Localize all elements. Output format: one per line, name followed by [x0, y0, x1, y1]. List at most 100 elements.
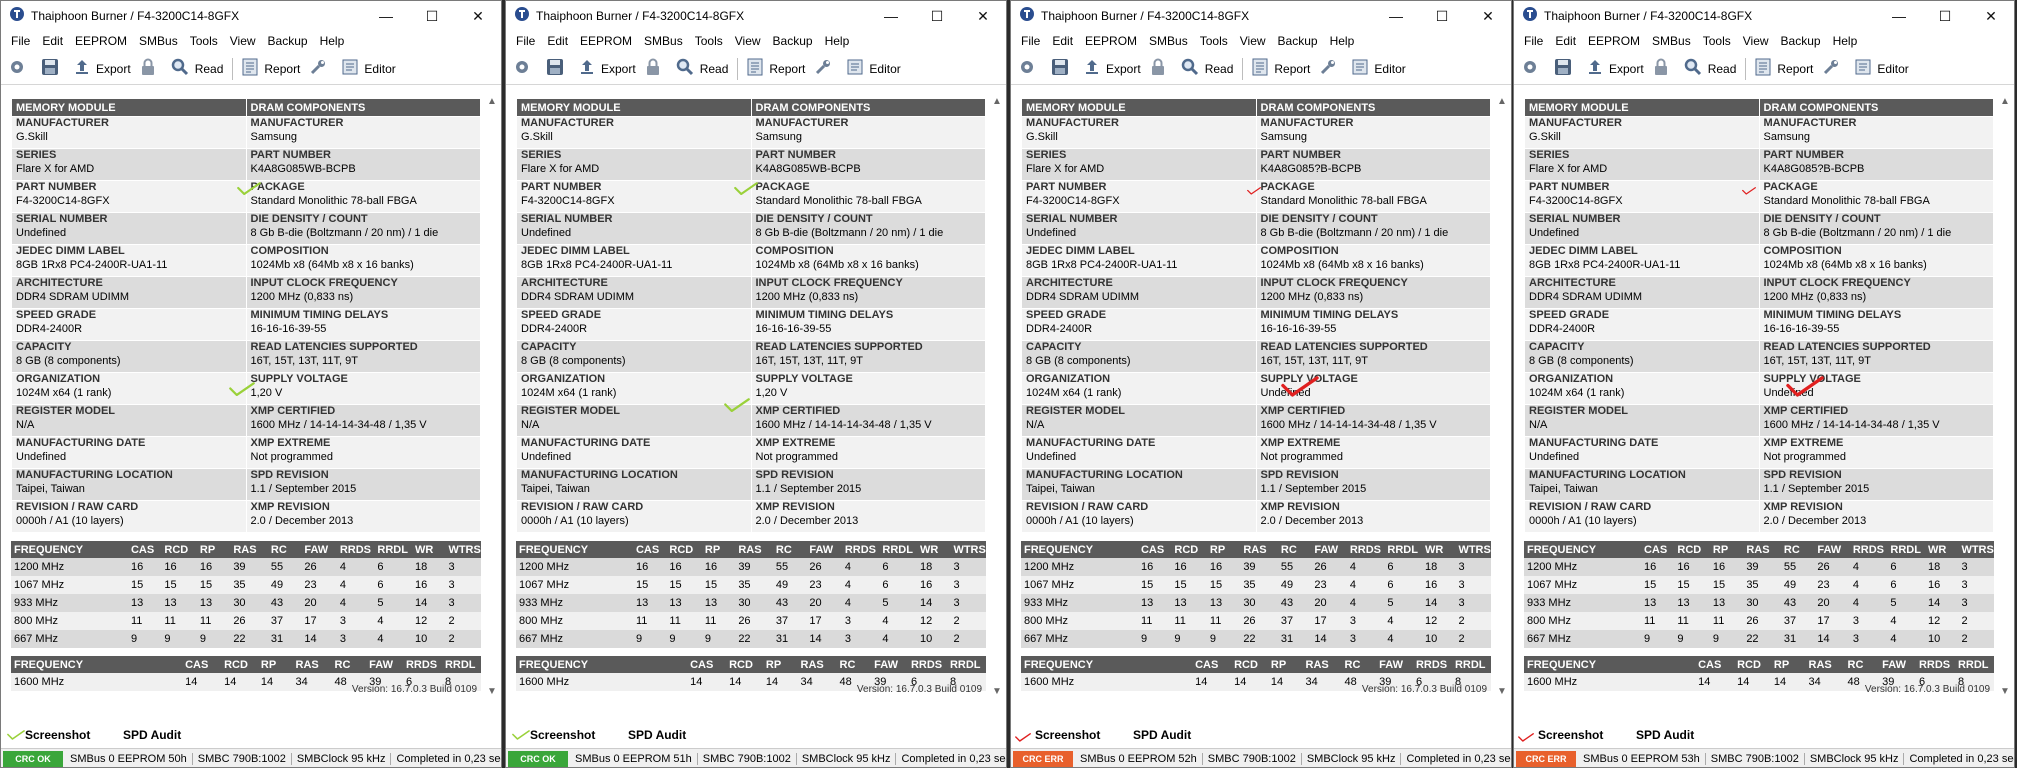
maximize-icon[interactable]: ☐ — [409, 1, 455, 31]
menu-item[interactable]: EEPROM — [75, 34, 127, 48]
vertical-scrollbar[interactable]: ▲ ▼ — [990, 96, 1004, 698]
read-button[interactable]: Read — [1180, 57, 1233, 80]
settings-button[interactable] — [1520, 57, 1545, 80]
save-button[interactable] — [546, 58, 569, 79]
editor-button[interactable]: Editor — [341, 58, 396, 79]
vertical-scrollbar[interactable]: ▲ ▼ — [485, 96, 499, 698]
read-button[interactable]: Read — [675, 57, 728, 80]
tab-screenshot[interactable]: Screenshot — [25, 728, 90, 742]
scroll-up-icon[interactable]: ▲ — [1998, 96, 2012, 107]
menu-item[interactable]: Edit — [1555, 34, 1576, 48]
menu-item[interactable]: SMBus — [1149, 34, 1188, 48]
menu-item[interactable]: View — [1240, 34, 1266, 48]
scroll-down-icon[interactable]: ▼ — [485, 686, 499, 697]
menu-item[interactable]: Help — [1833, 34, 1858, 48]
menu-item[interactable]: Help — [320, 34, 345, 48]
menu-item[interactable]: Help — [825, 34, 850, 48]
minimize-icon[interactable]: — — [1876, 1, 1922, 31]
menu-item[interactable]: Backup — [773, 34, 813, 48]
scroll-down-icon[interactable]: ▼ — [990, 686, 1004, 697]
menu-item[interactable]: Edit — [547, 34, 568, 48]
minimize-icon[interactable]: — — [363, 1, 409, 31]
menu-item[interactable]: File — [516, 34, 535, 48]
menu-item[interactable]: View — [735, 34, 761, 48]
editor-button[interactable]: Editor — [846, 58, 901, 79]
field-value: 8 Gb B-die (Boltzmann / 20 nm) / 1 die — [1763, 227, 1952, 239]
menu-item[interactable]: Tools — [190, 34, 218, 48]
report-button[interactable]: Report — [241, 58, 300, 79]
menu-item[interactable]: SMBus — [139, 34, 178, 48]
editor-button[interactable]: Editor — [1854, 58, 1909, 79]
info-row: SERIES Flare X for AMD PART NUMBER K4A8G085… — [516, 148, 986, 181]
scroll-up-icon[interactable]: ▲ — [990, 96, 1004, 107]
close-icon[interactable]: ✕ — [960, 1, 1006, 31]
menu-item[interactable]: Help — [1330, 34, 1355, 48]
save-button[interactable] — [1554, 58, 1577, 79]
vertical-scrollbar[interactable]: ▲ ▼ — [1495, 96, 1509, 698]
maximize-icon[interactable]: ☐ — [914, 1, 960, 31]
save-button[interactable] — [1051, 58, 1074, 79]
menu-item[interactable]: Backup — [268, 34, 308, 48]
read-button[interactable]: Read — [170, 57, 223, 80]
scroll-up-icon[interactable]: ▲ — [485, 96, 499, 107]
menu-item[interactable]: Tools — [695, 34, 723, 48]
tab-screenshot[interactable]: Screenshot — [1538, 728, 1603, 742]
menu-item[interactable]: Tools — [1703, 34, 1731, 48]
report-button[interactable]: Report — [746, 58, 805, 79]
save-button[interactable] — [41, 58, 64, 79]
menu-item[interactable]: SMBus — [644, 34, 683, 48]
tools-button[interactable] — [1319, 58, 1342, 79]
menu-item[interactable]: Backup — [1278, 34, 1318, 48]
menu-item[interactable]: Edit — [1052, 34, 1073, 48]
tools-button[interactable] — [309, 58, 332, 79]
report-button[interactable]: Report — [1251, 58, 1310, 79]
vertical-scrollbar[interactable]: ▲ ▼ — [1998, 96, 2012, 698]
maximize-icon[interactable]: ☐ — [1922, 1, 1968, 31]
export-button[interactable]: Export — [1083, 58, 1141, 79]
menu-item[interactable]: File — [11, 34, 30, 48]
scroll-down-icon[interactable]: ▼ — [1998, 686, 2012, 697]
tab-screenshot[interactable]: Screenshot — [1035, 728, 1100, 742]
menu-item[interactable]: SMBus — [1652, 34, 1691, 48]
export-button[interactable]: Export — [73, 58, 131, 79]
tab-screenshot[interactable]: Screenshot — [530, 728, 595, 742]
close-icon[interactable]: ✕ — [1968, 1, 2014, 31]
minimize-icon[interactable]: — — [1373, 1, 1419, 31]
maximize-icon[interactable]: ☐ — [1419, 1, 1465, 31]
report-button[interactable]: Report — [1754, 58, 1813, 79]
tab-spd-audit[interactable]: SPD Audit — [1636, 728, 1694, 742]
field-value: Flare X for AMD — [521, 163, 600, 175]
menu-item[interactable]: EEPROM — [1085, 34, 1137, 48]
lock-button[interactable] — [645, 58, 666, 79]
tab-spd-audit[interactable]: SPD Audit — [123, 728, 181, 742]
menu-item[interactable]: Backup — [1781, 34, 1821, 48]
menu-item[interactable]: EEPROM — [1588, 34, 1640, 48]
menu-item[interactable]: File — [1021, 34, 1040, 48]
export-button[interactable]: Export — [578, 58, 636, 79]
menu-item[interactable]: View — [1743, 34, 1769, 48]
settings-button[interactable] — [7, 57, 32, 80]
menu-item[interactable]: File — [1524, 34, 1543, 48]
menu-item[interactable]: Edit — [42, 34, 63, 48]
tools-button[interactable] — [814, 58, 837, 79]
read-button[interactable]: Read — [1683, 57, 1736, 80]
menu-item[interactable]: EEPROM — [580, 34, 632, 48]
close-icon[interactable]: ✕ — [455, 1, 501, 31]
close-icon[interactable]: ✕ — [1465, 1, 1511, 31]
menu-item[interactable]: View — [230, 34, 256, 48]
lock-button[interactable] — [1653, 58, 1674, 79]
export-button[interactable]: Export — [1586, 58, 1644, 79]
lock-button[interactable] — [140, 58, 161, 79]
lock-button[interactable] — [1150, 58, 1171, 79]
editor-button[interactable]: Editor — [1351, 58, 1406, 79]
timing-cell: 15 — [1709, 576, 1744, 594]
minimize-icon[interactable]: — — [868, 1, 914, 31]
scroll-up-icon[interactable]: ▲ — [1495, 96, 1509, 107]
scroll-down-icon[interactable]: ▼ — [1495, 686, 1509, 697]
settings-button[interactable] — [1017, 57, 1042, 80]
tab-spd-audit[interactable]: SPD Audit — [628, 728, 686, 742]
tab-spd-audit[interactable]: SPD Audit — [1133, 728, 1191, 742]
settings-button[interactable] — [512, 57, 537, 80]
tools-button[interactable] — [1822, 58, 1845, 79]
menu-item[interactable]: Tools — [1200, 34, 1228, 48]
